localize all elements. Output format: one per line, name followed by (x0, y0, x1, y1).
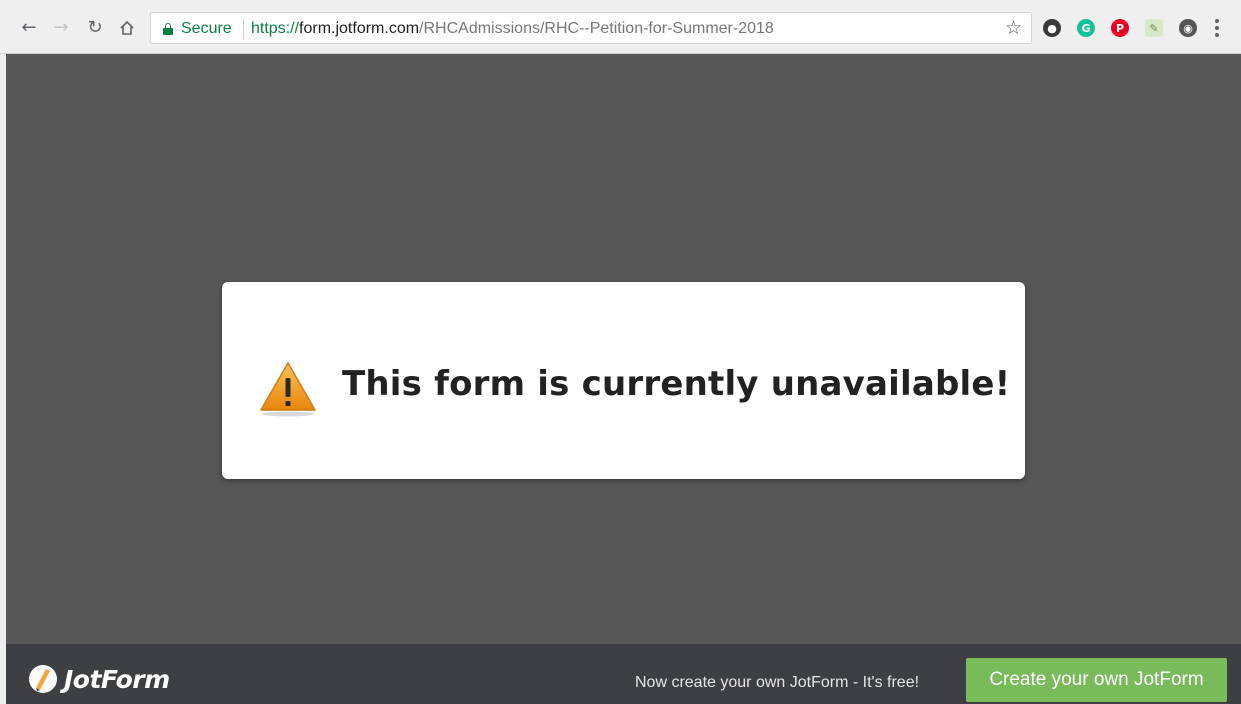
bookmark-star-icon[interactable]: ☆ (1005, 17, 1022, 39)
jotform-footer: JotForm Now create your own JotForm - It… (6, 644, 1241, 704)
notes-icon[interactable]: ✎ (1145, 19, 1163, 37)
notice-title: This form is currently unavailable! (342, 364, 1011, 404)
unavailable-notice-card: This form is currently unavailable! (222, 282, 1025, 479)
address-bar[interactable]: Secure https://form.jotform.com/RHCAdmis… (150, 12, 1032, 44)
extension-icon[interactable]: ● (1043, 19, 1061, 37)
url-path: /RHCAdmissions/RHC--Petition-for-Summer-… (419, 20, 774, 37)
reload-icon[interactable]: ↻ (84, 17, 106, 39)
promo-text: Now create your own JotForm - It's free! (635, 674, 920, 691)
browser-toolbar: ← → ↻ Secure https://form.jotform.com/RH… (0, 0, 1241, 54)
pinterest-icon[interactable]: P (1111, 19, 1129, 37)
home-icon[interactable] (116, 17, 138, 39)
create-jotform-button[interactable]: Create your own JotForm (966, 658, 1227, 702)
secure-label: Secure (181, 20, 232, 37)
jotform-logo-text: JotForm (64, 664, 170, 694)
url-scheme: https:// (251, 20, 300, 37)
address-separator (243, 19, 244, 39)
jotform-logo-icon (29, 665, 57, 693)
grammarly-icon[interactable]: G (1077, 19, 1095, 37)
eye-icon[interactable]: ◉ (1179, 19, 1197, 37)
lock-icon (163, 23, 173, 35)
url-host: form.jotform.com (299, 20, 420, 37)
url-text[interactable]: https://form.jotform.com/RHCAdmissions/R… (251, 20, 774, 38)
more-vertical-icon[interactable] (1211, 17, 1223, 39)
back-arrow-icon[interactable]: ← (18, 17, 40, 39)
page-background: This form is currently unavailable! (6, 54, 1241, 644)
forward-arrow-icon[interactable]: → (50, 17, 72, 39)
warning-icon (260, 362, 316, 417)
jotform-logo[interactable]: JotForm (28, 664, 170, 694)
